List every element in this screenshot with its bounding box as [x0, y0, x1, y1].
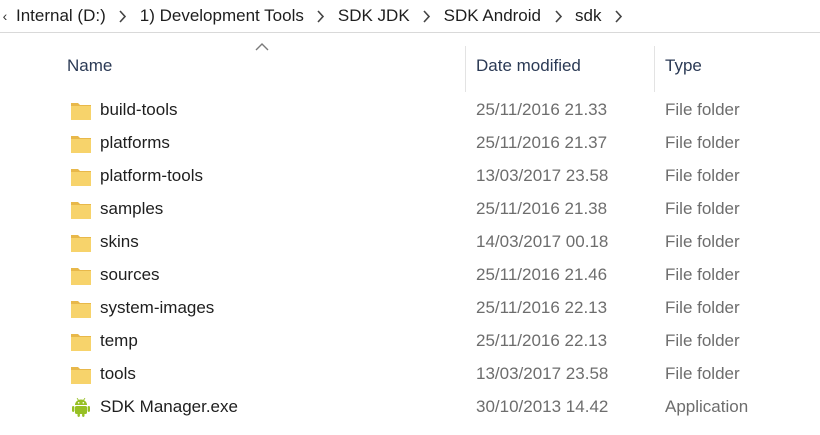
file-name: platforms [100, 133, 170, 152]
folder-icon [70, 297, 92, 319]
file-row[interactable]: sources 25/11/2016 21.46 File folder [0, 259, 820, 292]
android-icon [70, 396, 92, 418]
file-row[interactable]: platforms 25/11/2016 21.37 File folder [0, 127, 820, 160]
file-name: tools [100, 364, 136, 383]
sort-ascending-icon [255, 43, 269, 51]
file-type: File folder [665, 331, 740, 350]
column-divider[interactable] [465, 46, 466, 92]
folder-icon [70, 363, 92, 385]
file-row[interactable]: tools 13/03/2017 23.58 File folder [0, 358, 820, 391]
chevron-right-icon[interactable] [310, 9, 332, 23]
chevron-left-icon[interactable]: ‹ [0, 0, 10, 33]
file-row[interactable]: build-tools 25/11/2016 21.33 File folder [0, 94, 820, 127]
file-type: Application [665, 397, 749, 416]
file-date-modified: 14/03/2017 00.18 [476, 232, 609, 251]
folder-icon [70, 231, 92, 253]
folder-icon [70, 99, 92, 121]
column-header-type[interactable]: Type [665, 56, 702, 76]
breadcrumb-sdk-jdk[interactable]: SDK JDK [332, 6, 416, 26]
file-type: File folder [665, 298, 740, 317]
file-type: File folder [665, 100, 740, 119]
file-type: File folder [665, 232, 740, 251]
file-date-modified: 25/11/2016 21.37 [476, 133, 608, 152]
file-date-modified: 25/11/2016 21.38 [476, 199, 608, 218]
file-row[interactable]: samples 25/11/2016 21.38 File folder [0, 193, 820, 226]
file-row[interactable]: SDK Manager.exe 30/10/2013 14.42 Applicati… [0, 391, 820, 424]
address-bar[interactable]: ‹ Internal (D:) 1) Development Tools SDK… [0, 0, 820, 33]
file-name: build-tools [100, 100, 178, 119]
folder-icon [70, 198, 92, 220]
breadcrumb-sdk-android[interactable]: SDK Android [438, 6, 547, 26]
folder-icon [70, 165, 92, 187]
chevron-right-icon[interactable] [112, 9, 134, 23]
file-name: SDK Manager.exe [100, 397, 238, 416]
file-row[interactable]: skins 14/03/2017 00.18 File folder [0, 226, 820, 259]
file-type: File folder [665, 199, 740, 218]
column-header-date-modified[interactable]: Date modified [476, 56, 581, 76]
file-type: File folder [665, 166, 740, 185]
file-row[interactable]: temp 25/11/2016 22.13 File folder [0, 325, 820, 358]
file-name: sources [100, 265, 160, 284]
file-name: platform-tools [100, 166, 203, 185]
folder-icon [70, 264, 92, 286]
breadcrumb-sdk[interactable]: sdk [569, 6, 607, 26]
file-name: temp [100, 331, 138, 350]
file-date-modified: 25/11/2016 21.46 [476, 265, 608, 284]
column-divider[interactable] [654, 46, 655, 92]
file-date-modified: 25/11/2016 22.13 [476, 298, 608, 317]
chevron-right-icon[interactable] [607, 9, 629, 23]
folder-icon [70, 132, 92, 154]
file-name: skins [100, 232, 139, 251]
file-row[interactable]: platform-tools 13/03/2017 23.58 File folde… [0, 160, 820, 193]
file-row[interactable]: system-images 25/11/2016 22.13 File folder [0, 292, 820, 325]
file-list: build-tools 25/11/2016 21.33 File folder pl… [0, 94, 820, 424]
column-header-row: Name Date modified Type [0, 34, 820, 94]
file-date-modified: 30/10/2013 14.42 [476, 397, 609, 416]
file-type: File folder [665, 265, 740, 284]
file-name: system-images [100, 298, 215, 317]
chevron-right-icon[interactable] [547, 9, 569, 23]
file-date-modified: 25/11/2016 22.13 [476, 331, 608, 350]
file-type: File folder [665, 133, 740, 152]
folder-icon [70, 330, 92, 352]
file-date-modified: 13/03/2017 23.58 [476, 364, 609, 383]
breadcrumb-drive[interactable]: Internal (D:) [10, 6, 112, 26]
file-date-modified: 13/03/2017 23.58 [476, 166, 609, 185]
file-type: File folder [665, 364, 740, 383]
file-name: samples [100, 199, 164, 218]
chevron-right-icon[interactable] [416, 9, 438, 23]
column-header-name[interactable]: Name [67, 56, 112, 76]
file-date-modified: 25/11/2016 21.33 [476, 100, 608, 119]
breadcrumb-development-tools[interactable]: 1) Development Tools [134, 6, 310, 26]
